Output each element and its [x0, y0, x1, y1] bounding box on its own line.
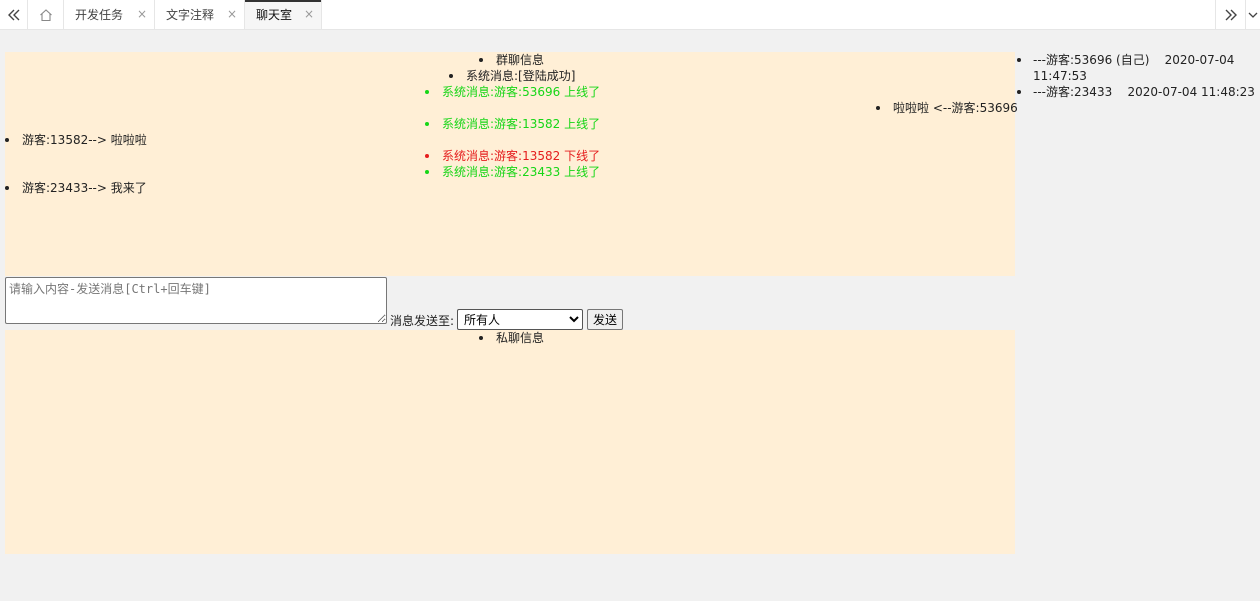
tab-dev-tasks[interactable]: 开发任务 × [64, 0, 155, 29]
recipient-select[interactable]: 所有人 [457, 309, 583, 330]
home-tab[interactable] [29, 0, 64, 29]
home-icon [40, 8, 52, 21]
group-chat-panel: 群聊信息 系统消息:[登陆成功] 系统消息:游客:53696 上线了 啦啦啦 <… [5, 52, 1018, 276]
send-to-label: 消息发送至: [390, 314, 455, 328]
online-user-list: ---游客:53696 (自己) 2020-07-04 11:47:53 ---… [1016, 52, 1256, 100]
chevron-down-icon [1248, 12, 1258, 18]
tab-label: 开发任务 [75, 8, 124, 22]
private-chat-panel: 私聊信息 [5, 330, 1015, 554]
system-message-online: 系统消息:游客:53696 上线了 [425, 84, 600, 100]
double-chevron-right-icon [1225, 9, 1237, 20]
chat-message-other: 游客:23433--> 我来了 [5, 180, 147, 196]
scroll-tabs-left-button[interactable] [0, 0, 28, 29]
chat-message-other: 游客:13582--> 啦啦啦 [5, 132, 147, 148]
group-chat-header: 群聊信息 [479, 52, 544, 68]
message-input[interactable] [5, 277, 387, 324]
system-message-offline: 系统消息:游客:13582 下线了 [425, 148, 600, 164]
send-button[interactable]: 发送 [587, 309, 623, 330]
online-user-item[interactable]: ---游客:23433 2020-07-04 11:48:23 [1016, 84, 1256, 100]
double-chevron-left-icon [7, 9, 19, 20]
tab-label: 文字注释 [166, 8, 215, 22]
tab-label: 聊天室 [256, 8, 293, 22]
tab-bar: 开发任务 × 文字注释 × 聊天室 × [0, 0, 1260, 30]
chat-message: 系统消息:[登陆成功] [449, 68, 575, 84]
close-icon[interactable]: × [227, 8, 237, 20]
scroll-tabs-right-button[interactable] [1215, 0, 1245, 29]
system-message-online: 系统消息:游客:13582 上线了 [425, 116, 600, 132]
tab-chat-room[interactable]: 聊天室 × [245, 0, 322, 29]
chat-message-self: 啦啦啦 <--游客:53696 [876, 100, 1018, 116]
tab-text-annotation[interactable]: 文字注释 × [155, 0, 245, 29]
private-chat-header: 私聊信息 [479, 330, 544, 346]
tab-menu-button[interactable] [1245, 0, 1260, 29]
close-icon[interactable]: × [304, 8, 314, 20]
close-icon[interactable]: × [137, 8, 147, 20]
system-message-online: 系统消息:游客:23433 上线了 [425, 164, 600, 180]
online-user-item[interactable]: ---游客:53696 (自己) 2020-07-04 11:47:53 [1016, 52, 1256, 84]
